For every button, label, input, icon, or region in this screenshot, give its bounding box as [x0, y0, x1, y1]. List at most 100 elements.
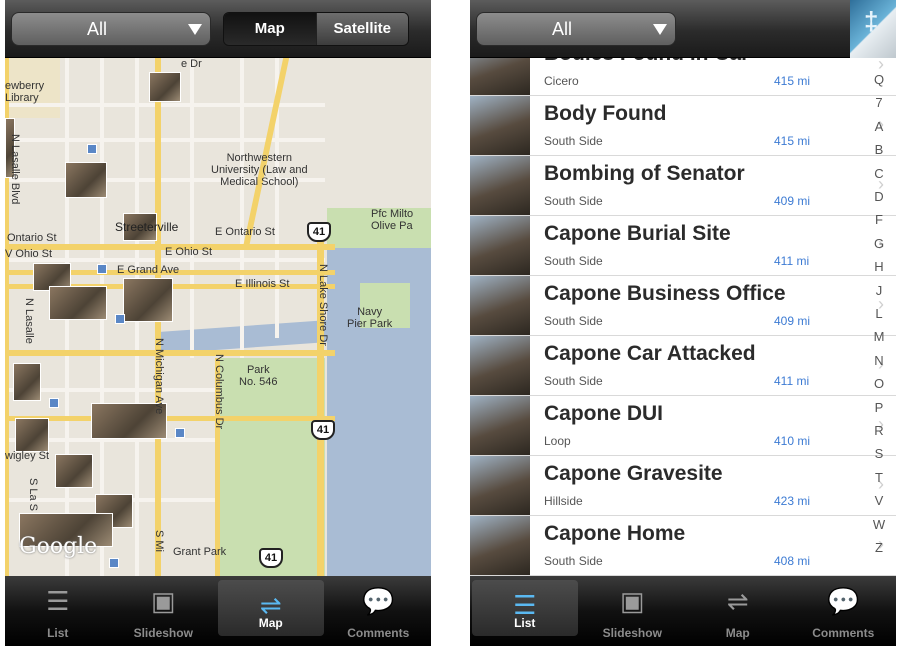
list-item[interactable]: Body Found South Side 415 mi › [470, 96, 896, 156]
location-list[interactable]: Bodies Found in Car Cicero 415 mi › Body… [470, 58, 896, 576]
section-index[interactable]: Q 7 ABCDFGHJLMNOPRSTVWZ [862, 58, 896, 576]
index-letter[interactable]: O [862, 376, 896, 391]
tab-comments[interactable]: 💬 Comments [326, 576, 432, 646]
tab-map[interactable]: ⇌ Map [218, 580, 324, 636]
location-distance: 423 mi [774, 494, 811, 508]
map-label-n-lasalle-blvd: N Lasalle Blvd [9, 134, 21, 205]
tab-list[interactable]: ☰ List [472, 580, 578, 636]
index-letter[interactable]: Z [862, 540, 896, 555]
photo-marker[interactable] [49, 286, 107, 320]
map-label-n-lasalle: N Lasalle [23, 298, 35, 344]
location-thumbnail [470, 156, 530, 215]
index-letter[interactable]: M [862, 329, 896, 344]
dropdown-caret-icon [653, 24, 667, 35]
index-letter[interactable]: S [862, 446, 896, 461]
filter-value: All [551, 19, 572, 39]
signpost-icon: ⇌ [726, 586, 749, 616]
index-letter[interactable]: N [862, 353, 896, 368]
location-distance: 409 mi [774, 314, 811, 328]
list-item[interactable]: Capone DUI Loop 410 mi › [470, 396, 896, 456]
transit-stop-icon [87, 144, 97, 154]
map-label-newberry: ewberry Library [5, 80, 45, 104]
index-letter[interactable]: F [862, 212, 896, 227]
google-logo: Google [19, 534, 98, 559]
location-distance: 415 mi [774, 74, 811, 88]
location-distance: 410 mi [774, 434, 811, 448]
location-area: South Side [544, 194, 603, 208]
map-label-e-dr: e Dr [181, 58, 202, 70]
list-item[interactable]: Bodies Found in Car Cicero 415 mi › [470, 58, 896, 96]
top-bar: All ‡ [470, 0, 896, 58]
map-label-e-illinois: E Illinois St [235, 278, 290, 290]
list-item[interactable]: Capone Car Attacked South Side 411 mi › [470, 336, 896, 396]
map-label-e-ontario: E Ontario St [215, 226, 275, 238]
list-item[interactable]: Capone Home South Side 408 mi › [470, 516, 896, 576]
index-letter[interactable]: H [862, 259, 896, 274]
tab-comments[interactable]: 💬 Comments [791, 576, 897, 646]
tab-slideshow[interactable]: ▣ Slideshow [580, 576, 686, 646]
map-label-e-ohio: E Ohio St [165, 246, 213, 258]
map-label-n-lake-shore: N Lake Shore Dr [317, 264, 329, 346]
category-filter-dropdown[interactable]: All [476, 12, 676, 46]
location-thumbnail [470, 456, 530, 515]
location-title: Capone Gravesite [544, 462, 723, 485]
list-item[interactable]: Capone Business Office South Side 409 mi… [470, 276, 896, 336]
index-letter[interactable]: J [862, 283, 896, 298]
tab-list[interactable]: ☰ List [5, 576, 111, 646]
index-letter[interactable]: T [862, 470, 896, 485]
transit-stop-icon [49, 398, 59, 408]
index-letter[interactable]: A [862, 119, 896, 134]
dropdown-caret-icon [188, 24, 202, 35]
location-distance: 411 mi [774, 254, 810, 268]
tab-map[interactable]: ⇌ Map [685, 576, 791, 646]
index-letter[interactable]: R [862, 423, 896, 438]
tab-slideshow[interactable]: ▣ Slideshow [111, 576, 217, 646]
map-label-grant-park: Grant Park [173, 546, 227, 558]
tab-bar: ☰ List ▣ Slideshow ⇌ Map 💬 Comments [5, 576, 431, 646]
index-letter[interactable]: D [862, 189, 896, 204]
index-letter[interactable]: Q [862, 72, 896, 87]
location-area: South Side [544, 134, 603, 148]
category-filter-dropdown[interactable]: All [11, 12, 211, 46]
speech-bubble-icon: 💬 [362, 586, 395, 616]
map-label-northwestern: Northwestern University (Law and Medical… [211, 152, 308, 188]
location-area: Loop [544, 434, 571, 448]
map-label-w-ohio: V Ohio St [5, 248, 53, 260]
map-label-s-la: S La S [27, 478, 39, 512]
photo-marker[interactable] [149, 72, 181, 102]
index-letter[interactable]: V [862, 493, 896, 508]
satellite-segment-button[interactable]: Satellite [315, 13, 408, 45]
photo-marker[interactable] [13, 363, 41, 401]
page-curl-button[interactable]: ‡ [850, 0, 896, 58]
transit-stop-icon [97, 264, 107, 274]
list-item[interactable]: Capone Gravesite Hillside 423 mi › [470, 456, 896, 516]
highway-41-shield: 41 [311, 420, 335, 440]
location-distance: 411 mi [774, 374, 810, 388]
location-title: Bombing of Senator [544, 162, 745, 185]
index-letter[interactable]: 7 [862, 95, 896, 110]
photo-marker[interactable] [65, 162, 107, 198]
map-view[interactable]: ewberry Library Northwestern University … [5, 58, 431, 576]
signpost-icon: ‡ [864, 6, 879, 36]
location-area: South Side [544, 374, 603, 388]
index-letter[interactable]: L [862, 306, 896, 321]
index-letter[interactable]: G [862, 236, 896, 251]
index-letter[interactable]: P [862, 400, 896, 415]
location-title: Capone Home [544, 522, 686, 545]
list-item[interactable]: Bombing of Senator South Side 409 mi › [470, 156, 896, 216]
index-letter[interactable]: W [862, 517, 896, 532]
location-title: Capone Business Office [544, 282, 786, 305]
location-area: South Side [544, 254, 603, 268]
map-segment-button[interactable]: Map [224, 13, 316, 45]
photo-marker[interactable] [15, 418, 49, 452]
list-item[interactable]: Capone Burial Site South Side 411 mi › [470, 216, 896, 276]
map-label-ontario: Ontario St [7, 232, 57, 244]
photo-marker[interactable] [123, 278, 173, 322]
index-letter[interactable]: C [862, 166, 896, 181]
location-title: Body Found [544, 102, 667, 125]
slideshow-icon: ▣ [150, 586, 176, 616]
photo-marker[interactable] [55, 454, 93, 488]
index-letter[interactable]: B [862, 142, 896, 157]
location-title: Capone DUI [544, 402, 664, 425]
map-label-n-michigan: N Michigan Ave [153, 338, 165, 415]
